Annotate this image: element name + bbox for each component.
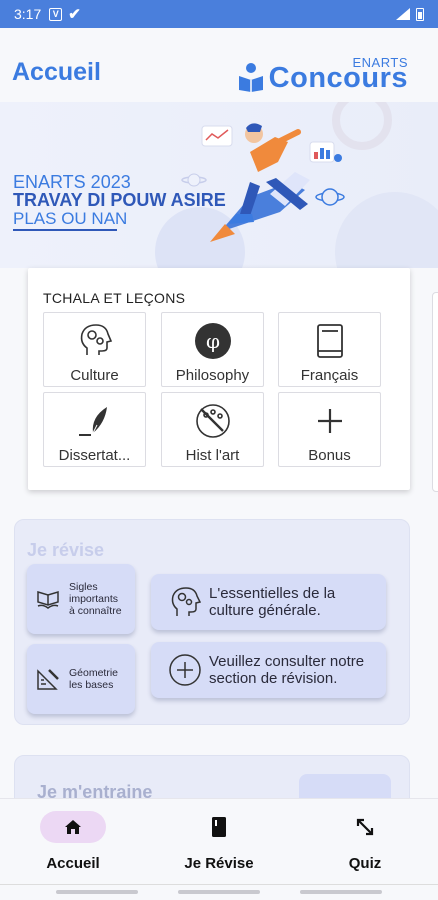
logo-main-text: Concours — [268, 62, 408, 94]
label-line: L'essentielles de la — [209, 584, 336, 602]
revise-title: Je révise — [27, 540, 105, 560]
open-book-hand-icon — [37, 590, 59, 609]
tile-label: Bonus — [308, 447, 351, 464]
lessons-title: TCHALA ET LEÇONS — [43, 290, 186, 306]
tile-hist-art[interactable]: Hist l'art — [161, 392, 264, 467]
reader-logo-icon — [239, 63, 263, 92]
status-time: 3:17 — [14, 6, 42, 22]
tile-philosophy[interactable]: φ Philosophy — [161, 312, 264, 387]
ruler-pencil-icon — [37, 669, 59, 690]
plus-circle-icon — [169, 654, 201, 686]
arrows-diagonal-icon — [356, 818, 374, 836]
label-line: importants — [69, 592, 119, 605]
plus-icon — [310, 401, 350, 441]
tile-label: Hist l'art — [185, 447, 240, 464]
signal-icon — [396, 8, 410, 20]
gesture-bar-center — [178, 890, 260, 894]
label-line: les bases — [69, 679, 114, 691]
app-header: Accueil ENARTS Concours — [0, 28, 438, 102]
label-line: Géometrie — [69, 666, 119, 679]
nav-quiz[interactable]: Quiz — [300, 811, 430, 881]
page-title: Accueil — [12, 58, 101, 86]
tile-label: Culture — [70, 367, 119, 384]
gesture-bar-left — [56, 890, 138, 894]
revise-card-consulter[interactable]: Veuillez consulter notre section de révi… — [151, 642, 386, 698]
revise-card-label: L'essentielles de la culture générale. — [209, 585, 335, 620]
check-icon: ✔ — [68, 6, 81, 23]
nav-label: Accueil — [46, 855, 100, 872]
rocket-rider-illustration — [181, 123, 345, 242]
tile-bonus[interactable]: Bonus — [278, 392, 381, 467]
label-line: culture générale. — [209, 602, 321, 619]
nav-label: Quiz — [348, 855, 382, 872]
home-icon — [65, 820, 81, 834]
head-gears-icon — [171, 587, 202, 616]
gesture-divider — [0, 884, 438, 885]
revise-section: Je révise Sigles importants à connaître … — [14, 519, 410, 725]
gesture-bar-right — [300, 890, 382, 894]
tile-label: Philosophy — [175, 367, 250, 384]
nav-je-revise[interactable]: Je Révise — [154, 811, 284, 881]
head-gears-icon — [75, 321, 115, 361]
tile-label: Dissertat... — [58, 447, 131, 464]
status-bar: 3:17 V ✔ — [0, 0, 438, 28]
svg-text:φ: φ — [205, 329, 219, 353]
revise-card-label: Sigles importants à connaître — [69, 581, 122, 617]
promo-banner[interactable]: ENARTS 2023 TRAVAY DI POUW ASIRE PLAS OU… — [0, 102, 438, 268]
revise-card-sigles[interactable]: Sigles importants à connaître — [27, 564, 135, 634]
next-card-edge — [432, 292, 438, 492]
nav-accueil[interactable]: Accueil — [8, 811, 138, 881]
banner-line-3: PLAS OU NAN — [13, 209, 128, 228]
nav-icon-wrap — [332, 811, 398, 843]
label-line: section de révision. — [209, 670, 338, 687]
feather-pen-icon — [75, 401, 115, 441]
revise-card-culture-generale[interactable]: L'essentielles de la culture générale. — [151, 574, 386, 630]
label-line: à connaître — [69, 605, 122, 618]
tile-dissertation[interactable]: Dissertat... — [43, 392, 146, 467]
revise-card-label: Géometrie les bases — [69, 667, 118, 691]
palette-icon — [193, 401, 233, 441]
banner-underline — [13, 229, 117, 231]
book-icon — [212, 817, 226, 837]
battery-icon — [416, 7, 424, 21]
nav-icon-wrap — [186, 811, 252, 843]
book-icon — [310, 321, 350, 361]
label-line: Veuillez consulter notre — [209, 652, 365, 670]
nav-label: Je Révise — [184, 855, 254, 872]
lessons-card: TCHALA ET LEÇONS Culture φ Philosophy Fr… — [28, 268, 410, 490]
tile-francais[interactable]: Français — [278, 312, 381, 387]
phi-icon: φ — [193, 321, 233, 361]
revise-card-label: Veuillez consulter notre section de révi… — [209, 653, 364, 688]
revise-card-geometrie[interactable]: Géometrie les bases — [27, 644, 135, 714]
v-icon: V — [49, 7, 63, 21]
tile-culture[interactable]: Culture — [43, 312, 146, 387]
enarts-concours-logo: ENARTS Concours — [236, 52, 408, 94]
label-line: Sigles — [69, 580, 98, 593]
tile-label: Français — [300, 367, 359, 384]
active-indicator — [40, 811, 106, 843]
